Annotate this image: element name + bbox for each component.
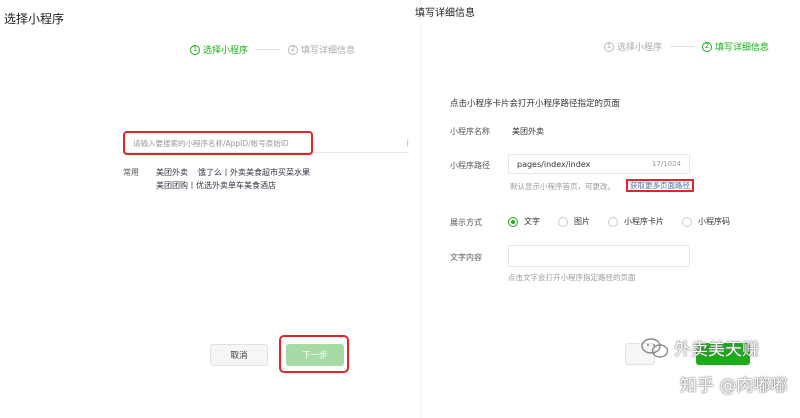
right-step-2-label: 填写详细信息 — [715, 43, 770, 53]
common-link-eleme[interactable]: 饿了么丨外卖美食超市买菜水果 — [198, 166, 310, 179]
radio-image[interactable]: 图片 — [558, 216, 590, 227]
left-stepper: 1 选择小程序 2 填写详细信息 — [190, 43, 355, 56]
screenshot: 选择小程序 1 选择小程序 2 填写详细信息 请输入要搜索的小程序名称/AppI… — [0, 0, 800, 418]
watermark-zhihu: 知乎 @肉嘟嘟 — [680, 376, 788, 396]
right-stepper: 1 选择小程序 2 填写详细信息 — [604, 40, 769, 53]
common-mini-programs: 美团外卖 饿了么丨外卖美食超市买菜水果 美团团购丨优选外卖单车美食酒店 — [156, 166, 310, 192]
common-row-2: 美团团购丨优选外卖单车美食酒店 — [156, 179, 310, 192]
watermark-line1: 外卖美天赚 — [674, 340, 759, 360]
name-value: 美团外卖 — [512, 127, 544, 136]
more-paths-link[interactable]: 获取更多页面路径 — [626, 179, 694, 192]
cancel-button[interactable]: 取消 — [210, 344, 268, 366]
right-step-1-label: 选择小程序 — [617, 43, 663, 53]
path-hint: 默认显示小程序首页，可更改。 — [510, 182, 615, 191]
display-radio-group: 文字 图片 小程序卡片 小程序码 — [508, 216, 730, 227]
path-char-count: 17/1024 — [651, 160, 681, 168]
next-button[interactable]: 下一步 — [286, 344, 344, 366]
radio-code-dot — [682, 216, 692, 227]
step-1: 1 选择小程序 — [190, 43, 248, 56]
search-placeholder: 请输入要搜索的小程序名称/AppID/帐号原始ID — [133, 138, 289, 148]
radio-text-dot — [508, 216, 518, 227]
step-2: 2 填写详细信息 — [288, 43, 355, 56]
search-cursor-mark: | — [406, 139, 409, 147]
radio-card-label: 小程序卡片 — [624, 217, 664, 226]
text-content-label: 文字内容 — [450, 253, 482, 262]
radio-text-label: 文字 — [524, 217, 540, 226]
step-connector — [256, 49, 281, 50]
right-panel-title: 填写详细信息 — [415, 8, 475, 19]
common-row-1: 美团外卖 饿了么丨外卖美食超市买菜水果 — [156, 166, 310, 179]
step-1-number: 1 — [190, 44, 200, 55]
right-step-2-number: 2 — [702, 41, 713, 52]
radio-card-dot — [608, 216, 618, 227]
step-1-label: 选择小程序 — [203, 46, 249, 56]
text-content-input[interactable] — [508, 245, 690, 267]
right-step-2: 2 填写详细信息 — [702, 40, 769, 53]
left-panel-title: 选择小程序 — [4, 12, 65, 26]
path-value: pages/index/index — [517, 159, 591, 169]
radio-text[interactable]: 文字 — [508, 216, 540, 227]
wechat-icon — [641, 337, 669, 358]
common-link-meituan-tuangou[interactable]: 美团团购丨优选外卖单车美食酒店 — [156, 179, 276, 192]
panel-divider — [420, 0, 421, 418]
display-label: 展示方式 — [450, 218, 482, 227]
right-step-1: 1 选择小程序 — [604, 40, 662, 53]
radio-image-label: 图片 — [574, 217, 590, 226]
watermark-wechat: 外卖美天赚 — [640, 335, 759, 360]
radio-code[interactable]: 小程序码 — [682, 216, 730, 227]
radio-code-label: 小程序码 — [698, 217, 730, 226]
right-step-connector — [670, 46, 695, 47]
name-label: 小程序名称 — [450, 127, 490, 136]
path-label: 小程序路径 — [450, 161, 490, 170]
step-2-number: 2 — [288, 44, 299, 55]
text-content-hint: 点击文字会打开小程序指定路径的页面 — [508, 273, 636, 282]
search-input[interactable]: 请输入要搜索的小程序名称/AppID/帐号原始ID — [123, 131, 313, 155]
right-step-1-number: 1 — [604, 41, 614, 52]
step-2-label: 填写详细信息 — [301, 46, 356, 56]
radio-card[interactable]: 小程序卡片 — [608, 216, 664, 227]
path-input[interactable]: pages/index/index 17/1024 — [508, 154, 690, 174]
common-link-meituan-waimai[interactable]: 美团外卖 — [156, 166, 188, 179]
common-label: 常用 — [123, 168, 139, 177]
radio-image-dot — [558, 216, 568, 227]
search-box: 请输入要搜索的小程序名称/AppID/帐号原始ID | — [123, 131, 409, 155]
form-description: 点击小程序卡片会打开小程序路径指定的页面 — [450, 99, 621, 109]
